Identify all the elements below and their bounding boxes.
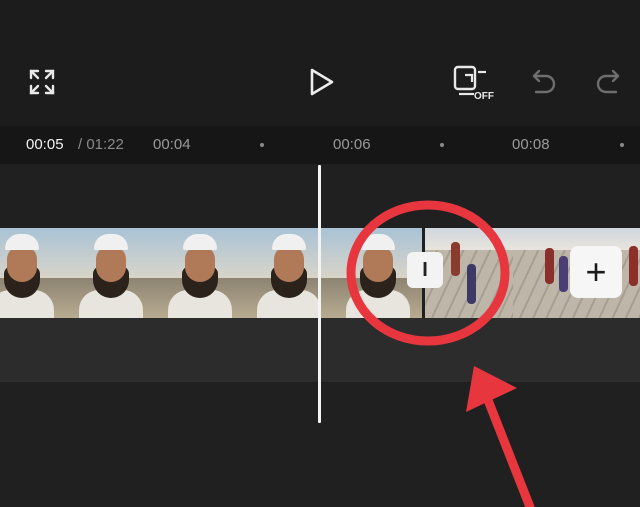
- undo-button[interactable]: [528, 64, 560, 98]
- tick-dot: [620, 143, 624, 147]
- total-duration: / 01:22: [78, 136, 124, 153]
- redo-icon: [596, 69, 620, 94]
- add-clip-button[interactable]: +: [570, 246, 622, 298]
- play-icon: [310, 68, 334, 96]
- current-time: 00:05: [26, 136, 64, 153]
- keyframe-toggle-button[interactable]: OFF: [450, 62, 498, 102]
- clip-thumbnail[interactable]: [66, 228, 155, 318]
- transition-button[interactable]: I: [407, 252, 443, 288]
- undo-icon: [532, 69, 556, 94]
- keyframe-state-label: OFF: [474, 91, 494, 102]
- tick-label: 00:08: [512, 136, 550, 153]
- redo-button[interactable]: [592, 64, 624, 98]
- keyframe-off-icon: OFF: [453, 65, 494, 102]
- tick-dot: [260, 143, 264, 147]
- tick-label: 00:04: [153, 136, 191, 153]
- playhead[interactable]: [318, 165, 321, 423]
- fullscreen-icon: [29, 69, 55, 95]
- tick-dot: [440, 143, 444, 147]
- clip-thumbnail[interactable]: [155, 228, 244, 318]
- fullscreen-button[interactable]: [26, 66, 58, 98]
- clip-thumbnail[interactable]: [0, 228, 66, 318]
- top-toolbar: [0, 0, 640, 126]
- tick-label: 00:06: [333, 136, 371, 153]
- play-button[interactable]: [303, 64, 339, 100]
